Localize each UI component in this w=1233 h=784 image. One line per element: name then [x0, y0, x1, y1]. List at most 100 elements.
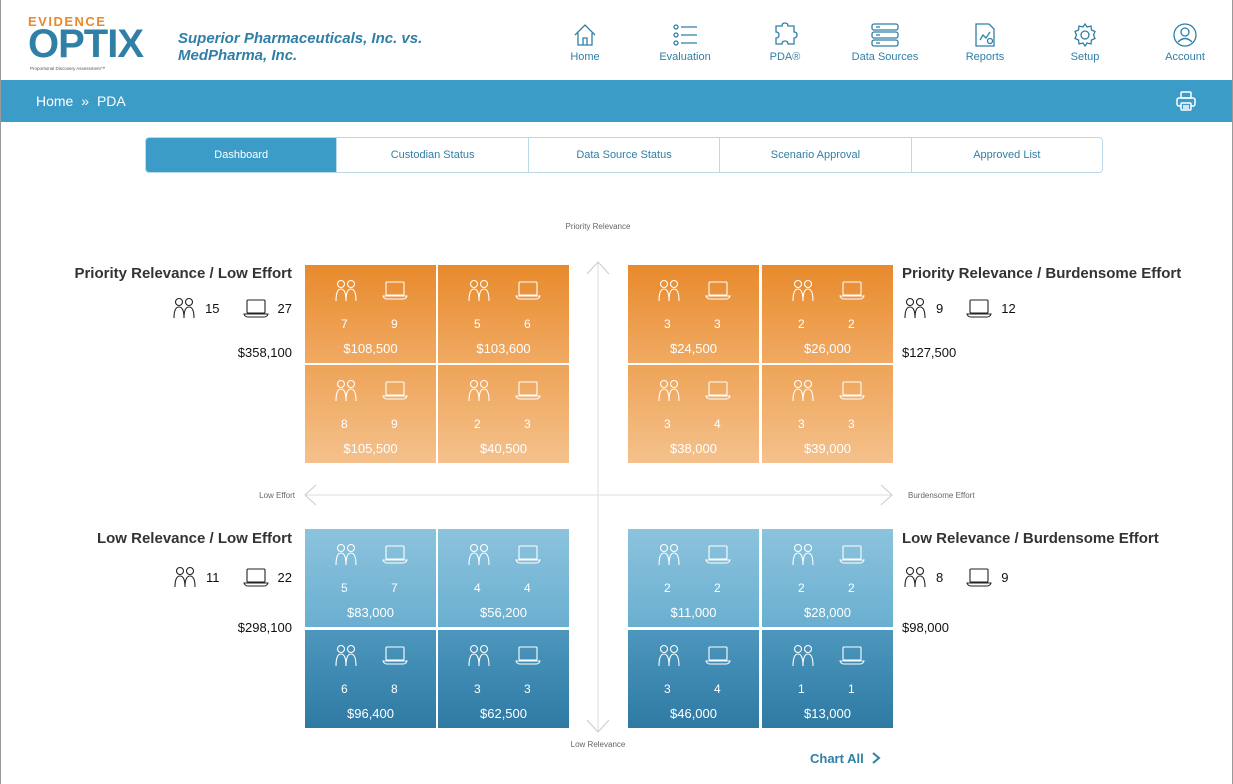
quadrant-cell[interactable]: 1 1 $13,000 — [762, 630, 893, 728]
nav-data-sources[interactable]: Data Sources — [840, 22, 930, 63]
laptop-icon — [704, 543, 732, 570]
nav-reports[interactable]: Reports — [940, 22, 1030, 63]
cell-cost: $13,000 — [804, 706, 851, 721]
cell-custodian-count: 6 — [341, 682, 348, 696]
laptop-icon — [514, 543, 542, 570]
laptop-icon — [514, 379, 542, 406]
cell-custodian-count: 5 — [474, 317, 481, 331]
quadrant-cost-low-burdensome: $98,000 — [902, 620, 949, 635]
cell-cost: $40,500 — [480, 441, 527, 456]
laptop-icon — [242, 299, 269, 318]
custodians-icon — [656, 644, 682, 673]
quadrant-cell[interactable]: 2 2 $11,000 — [628, 529, 759, 627]
quadrant-cell[interactable]: 3 3 $62,500 — [438, 630, 569, 728]
list-icon — [673, 24, 697, 46]
print-button[interactable] — [1175, 90, 1197, 117]
laptop-icon — [838, 379, 866, 406]
evidence-optix-logo[interactable]: EVIDENCE OPTIX Proportional Discovery As… — [28, 14, 158, 72]
cell-source-count: 3 — [524, 682, 531, 696]
quadrant-cell[interactable]: 8 9 $105,500 — [305, 365, 436, 463]
breadcrumb-home[interactable]: Home — [36, 93, 73, 109]
custodians-icon — [174, 566, 196, 588]
cell-custodian-count: 3 — [664, 317, 671, 331]
cell-source-count: 1 — [848, 682, 855, 696]
nav-data-sources-label: Data Sources — [851, 51, 919, 63]
user-icon — [1173, 23, 1197, 47]
cell-cost: $56,200 — [480, 605, 527, 620]
nav-setup[interactable]: Setup — [1040, 22, 1130, 63]
source-count: 27 — [277, 300, 292, 316]
nav-account-label: Account — [1165, 51, 1205, 63]
quadrant-cost-priority-burdensome: $127,500 — [902, 345, 957, 360]
tab-dashboard[interactable]: Dashboard — [146, 138, 338, 172]
cell-source-count: 9 — [391, 317, 398, 331]
quadrant-cell[interactable]: 3 3 $39,000 — [762, 365, 893, 463]
nav-evaluation[interactable]: Evaluation — [640, 22, 730, 63]
quadrant-stats-priority-burdensome: 9 12 — [902, 297, 1016, 319]
nav-pda[interactable]: PDA® — [740, 22, 830, 63]
quadrant-cell[interactable]: 3 4 $46,000 — [628, 630, 759, 728]
tab-bar: Dashboard Custodian Status Data Source S… — [145, 137, 1103, 173]
quadrant-cell[interactable]: 2 2 $28,000 — [762, 529, 893, 627]
cell-custodian-count: 3 — [664, 417, 671, 431]
breadcrumb-separator: » — [81, 93, 90, 109]
source-count: 9 — [1001, 569, 1009, 585]
cell-cost: $62,500 — [480, 706, 527, 721]
cell-custodian-count: 3 — [664, 682, 671, 696]
cell-custodian-count: 8 — [341, 417, 348, 431]
custodians-icon — [333, 543, 359, 572]
quadrant-cost-priority-low: $358,100 — [237, 345, 292, 360]
laptop-icon — [381, 543, 409, 570]
cell-source-count: 2 — [848, 317, 855, 331]
laptop-icon — [514, 644, 542, 671]
tab-approved-list[interactable]: Approved List — [911, 138, 1102, 172]
laptop-icon — [838, 543, 866, 570]
custodian-count: 15 — [205, 300, 220, 316]
server-icon — [871, 23, 899, 47]
quadrant-cell[interactable]: 4 4 $56,200 — [438, 529, 569, 627]
nav-setup-label: Setup — [1070, 51, 1100, 63]
cell-source-count: 9 — [391, 417, 398, 431]
cell-cost: $46,000 — [670, 706, 717, 721]
chart-all-link[interactable]: Chart All — [810, 751, 881, 766]
cell-source-count: 6 — [524, 317, 531, 331]
nav-account[interactable]: Account — [1140, 22, 1230, 63]
nav-evaluation-label: Evaluation — [659, 51, 711, 63]
quadrant-cell[interactable]: 6 8 $96,400 — [305, 630, 436, 728]
quadrant-cell[interactable]: 5 7 $83,000 — [305, 529, 436, 627]
laptop-icon — [838, 279, 866, 306]
custodians-icon — [466, 543, 492, 572]
cell-custodian-count: 3 — [474, 682, 481, 696]
cell-source-count: 7 — [391, 581, 398, 595]
quadrant-cell[interactable]: 7 9 $108,500 — [305, 265, 436, 363]
custodians-icon — [790, 379, 816, 408]
custodians-icon — [466, 379, 492, 408]
tab-scenario-approval[interactable]: Scenario Approval — [720, 138, 912, 172]
quadrant-cell[interactable]: 5 6 $103,600 — [438, 265, 569, 363]
nav-home[interactable]: Home — [540, 22, 630, 63]
custodians-icon — [790, 543, 816, 572]
case-title: Superior Pharmaceuticals, Inc. vs. MedPh… — [178, 30, 423, 64]
laptop-icon — [381, 279, 409, 306]
cell-custodian-count: 1 — [798, 682, 805, 696]
cell-cost: $28,000 — [804, 605, 851, 620]
breadcrumb: Home » PDA — [36, 93, 126, 109]
axis-label-right: Burdensome Effort — [908, 491, 975, 500]
tab-custodian-status[interactable]: Custodian Status — [337, 138, 529, 172]
cell-cost: $83,000 — [347, 605, 394, 620]
cell-custodian-count: 2 — [474, 417, 481, 431]
axis-label-left: Low Effort — [259, 491, 295, 500]
report-icon — [975, 23, 995, 47]
tab-data-source-status[interactable]: Data Source Status — [528, 138, 721, 172]
laptop-icon — [242, 568, 269, 587]
quadrant-cell[interactable]: 2 2 $26,000 — [762, 265, 893, 363]
cell-cost: $38,000 — [670, 441, 717, 456]
cell-source-count: 3 — [848, 417, 855, 431]
source-count: 22 — [277, 569, 292, 585]
laptop-icon — [966, 568, 992, 587]
quadrant-cell[interactable]: 3 4 $38,000 — [628, 365, 759, 463]
quadrant-cell[interactable]: 2 3 $40,500 — [438, 365, 569, 463]
laptop-icon — [704, 279, 732, 306]
quadrant-cell[interactable]: 3 3 $24,500 — [628, 265, 759, 363]
custodians-icon — [656, 379, 682, 408]
